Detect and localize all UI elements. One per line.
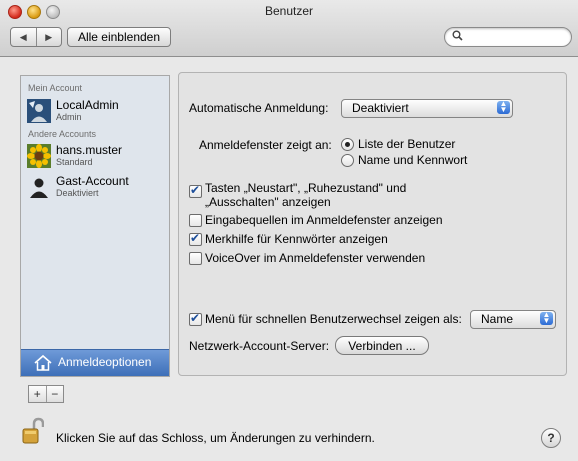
lock-instruction-text: Klicken Sie auf das Schloss, um Änderung… xyxy=(56,431,375,445)
connect-button[interactable]: Verbinden ... xyxy=(335,336,429,355)
auto-login-popup[interactable]: Deaktiviert ▲ ▼ xyxy=(341,99,513,118)
popup-arrows-icon: ▲ ▼ xyxy=(497,100,510,114)
accounts-sidebar: Mein Account LocalAdmin Admin Andere Acc… xyxy=(20,75,170,377)
check-input-sources-label: Eingabequellen im Anmeldefenster anzeige… xyxy=(205,213,443,227)
account-localadmin[interactable]: LocalAdmin Admin xyxy=(27,97,165,125)
network-account-server-label: Netzwerk-Account-Server: xyxy=(189,339,330,353)
radio-name-password-label: Name und Kennwort xyxy=(358,153,468,167)
sunflower-picture-icon xyxy=(27,144,51,168)
title-bar: Benutzer ◀ ▶ Alle einblenden xyxy=(0,0,578,57)
account-name: LocalAdmin xyxy=(56,98,119,112)
check-voiceover[interactable] xyxy=(189,252,202,265)
my-account-header: Mein Account xyxy=(28,83,83,93)
check-fast-user-switching-label: Menü für schnellen Benutzerwechsel zeige… xyxy=(205,312,462,326)
forward-button[interactable]: ▶ xyxy=(35,28,62,46)
fast-switch-style-value: Name xyxy=(481,312,514,326)
check-show-restart-label-1: Tasten „Neustart", „Ruhezustand" und xyxy=(205,181,407,195)
check-fast-user-switching[interactable] xyxy=(189,311,202,326)
auto-login-value: Deaktiviert xyxy=(352,101,409,115)
check-show-restart-buttons[interactable] xyxy=(189,183,202,198)
house-icon xyxy=(33,354,53,372)
show-all-button[interactable]: Alle einblenden xyxy=(67,27,171,47)
check-input-sources[interactable] xyxy=(189,214,202,227)
account-name: hans.muster xyxy=(56,143,123,157)
other-accounts-header: Andere Accounts xyxy=(28,129,97,139)
check-password-hints[interactable] xyxy=(189,231,202,246)
remove-account-button[interactable]: − xyxy=(45,386,64,402)
login-options-panel: Automatische Anmeldung: Deaktiviert ▲ ▼ A… xyxy=(178,72,567,376)
help-button[interactable]: ? xyxy=(541,428,561,448)
account-role: Standard xyxy=(56,157,93,167)
login-options-label: Anmeldeoptionen xyxy=(58,355,152,369)
account-hans-muster[interactable]: hans.muster Standard xyxy=(27,142,165,170)
account-role: Deaktiviert xyxy=(56,188,99,198)
search-icon xyxy=(452,30,463,44)
user-picture-icon xyxy=(27,99,51,123)
radio-name-password[interactable] xyxy=(341,154,354,167)
add-remove-group: + − xyxy=(28,385,64,403)
account-role: Admin xyxy=(56,112,82,122)
back-button[interactable]: ◀ xyxy=(11,28,36,46)
fast-switch-style-popup[interactable]: Name ▲ ▼ xyxy=(470,310,556,329)
unlocked-padlock-icon[interactable] xyxy=(22,417,45,445)
radio-user-list[interactable] xyxy=(341,138,354,151)
radio-user-list-label: Liste der Benutzer xyxy=(358,137,456,151)
check-voiceover-label: VoiceOver im Anmeldefenster verwenden xyxy=(205,251,426,265)
back-forward-group: ◀ ▶ xyxy=(10,27,62,47)
check-show-restart-label-2: „Ausschalten" anzeigen xyxy=(205,195,331,209)
search-input[interactable] xyxy=(444,27,572,47)
login-options-item[interactable]: Anmeldeoptionen xyxy=(21,349,169,376)
add-account-button[interactable]: + xyxy=(29,386,46,402)
auto-login-label: Automatische Anmeldung: xyxy=(189,101,329,115)
guest-silhouette-icon xyxy=(27,175,51,199)
account-guest[interactable]: Gast-Account Deaktiviert xyxy=(27,173,165,201)
login-window-shows-label: Anmeldefenster zeigt an: xyxy=(199,138,332,152)
users-preferences-window: Benutzer ◀ ▶ Alle einblenden Mein Accoun… xyxy=(0,0,578,461)
window-title: Benutzer xyxy=(264,4,314,18)
popup-arrows-icon: ▲ ▼ xyxy=(540,311,553,325)
account-name: Gast-Account xyxy=(56,174,129,188)
check-password-hints-label: Merkhilfe für Kennwörter anzeigen xyxy=(205,232,388,246)
